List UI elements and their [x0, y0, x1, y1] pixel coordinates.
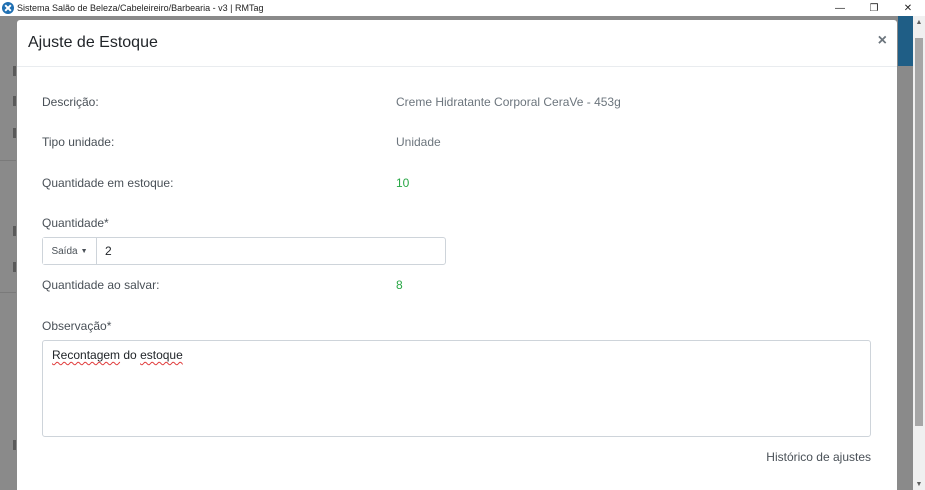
background-element — [13, 128, 16, 138]
movement-type-dropdown[interactable]: Saída ▼ — [43, 238, 97, 264]
background-divider — [0, 292, 16, 293]
window-title: Sistema Salão de Beleza/Cabeleireiro/Bar… — [17, 3, 264, 13]
stock-quantity-value: 10 — [396, 176, 410, 190]
background-element — [13, 96, 16, 106]
scroll-up-arrow-icon[interactable]: ▲ — [913, 16, 925, 28]
quantity-after-save-value: 8 — [396, 278, 403, 292]
modal-header: Ajuste de Estoque × — [17, 20, 897, 67]
background-divider — [0, 160, 16, 161]
background-element — [13, 262, 16, 272]
quantity-label: Quantidade* — [42, 216, 109, 230]
stock-quantity-label: Quantidade em estoque: — [42, 176, 174, 190]
description-label: Descrição: — [42, 95, 99, 109]
quantity-input[interactable] — [97, 238, 445, 264]
observation-text-word: estoque — [140, 348, 183, 362]
observation-textarea[interactable]: Recontagem do estoque — [42, 340, 871, 437]
background-element — [13, 440, 16, 450]
window-controls: — ❐ ✕ — [823, 0, 925, 16]
caret-down-icon: ▼ — [80, 247, 88, 255]
background-element — [13, 66, 16, 76]
background-header-strip — [898, 16, 913, 66]
unit-type-label: Tipo unidade: — [42, 135, 115, 149]
restore-button[interactable]: ❐ — [857, 0, 891, 16]
adjustment-history-link[interactable]: Histórico de ajustes — [766, 450, 871, 464]
quantity-after-save-label: Quantidade ao salvar: — [42, 278, 160, 292]
window-scrollbar[interactable]: ▲ ▼ — [913, 16, 925, 490]
quantity-input-group: Saída ▼ — [42, 237, 446, 265]
observation-text-word: Recontagem — [52, 348, 121, 362]
observation-text-word: do — [120, 348, 141, 362]
scroll-down-arrow-icon[interactable]: ▼ — [913, 478, 925, 490]
modal-title: Ajuste de Estoque — [28, 34, 158, 51]
movement-type-label: Saída — [51, 245, 78, 257]
unit-type-value: Unidade — [396, 135, 441, 149]
scrollbar-thumb[interactable] — [915, 38, 923, 426]
background-element — [13, 226, 16, 236]
minimize-button[interactable]: — — [823, 0, 857, 16]
app-logo-icon — [2, 2, 14, 14]
description-value: Creme Hidratante Corporal CeraVe - 453g — [396, 95, 621, 109]
window-close-button[interactable]: ✕ — [891, 0, 925, 16]
window-titlebar: Sistema Salão de Beleza/Cabeleireiro/Bar… — [0, 0, 925, 16]
observation-label: Observação* — [42, 319, 112, 333]
modal-close-button[interactable]: × — [878, 32, 887, 50]
stock-adjustment-modal: Ajuste de Estoque × Descrição: Creme Hid… — [17, 20, 897, 490]
